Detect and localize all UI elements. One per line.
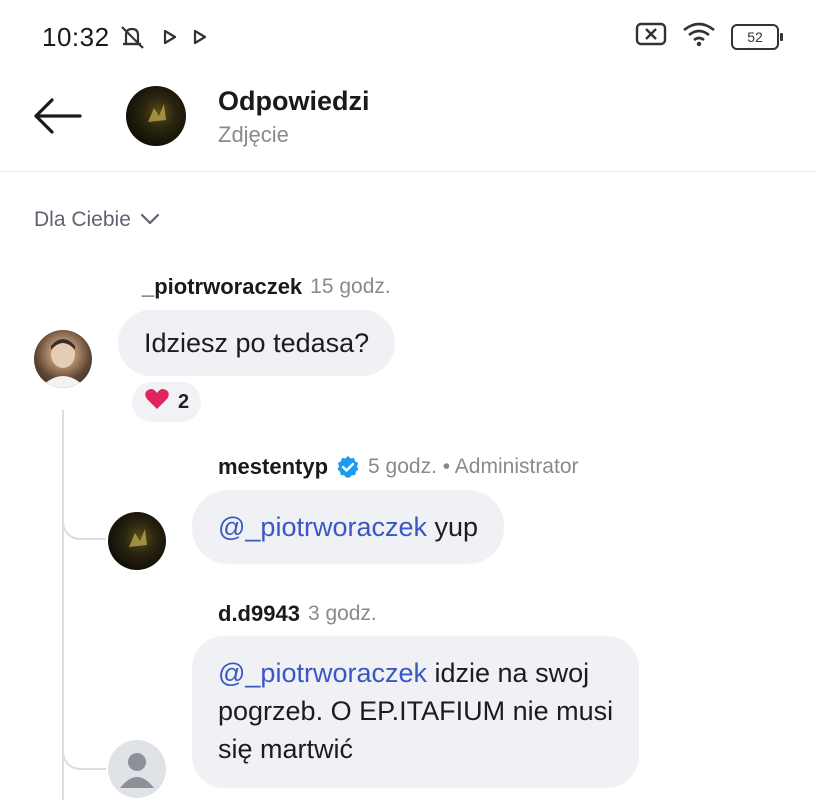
comment-header: _piotrworaczek 15 godz. (142, 274, 391, 300)
status-time: 10:32 (42, 22, 110, 52)
battery-icon: 52 (731, 23, 783, 50)
comment-time: 15 godz. (310, 275, 391, 298)
mention-link[interactable]: @_piotrworaczek (218, 658, 427, 688)
header: Odpowiedzi Zdjęcie (0, 72, 817, 172)
comment-time: 5 godz. • Administrator (368, 455, 579, 478)
comment-text: Idziesz po tedasa? (144, 328, 370, 358)
header-avatar[interactable] (126, 86, 186, 146)
chevron-down-icon (139, 208, 161, 232)
thread-branch (62, 700, 106, 770)
comment-time: 3 godz. (307, 602, 377, 625)
sort-filter-dropdown[interactable]: Dla Ciebie (34, 208, 161, 232)
status-icons-left (118, 24, 208, 55)
back-arrow-icon[interactable] (32, 94, 84, 138)
comment-line: się martwić (218, 734, 354, 764)
status-bar: 10:32 52 (0, 0, 817, 70)
play-icon (162, 28, 178, 51)
comment-line: @_piotrworaczek idzie na swoj (218, 654, 613, 692)
comment-avatar[interactable] (34, 330, 92, 388)
comment-text: idzie na swoj (427, 658, 590, 688)
mute-icon (118, 24, 148, 55)
sort-filter-label: Dla Ciebie (34, 208, 131, 231)
wifi-icon (681, 20, 717, 53)
comment-username[interactable]: d.d9943 (218, 601, 300, 627)
comment-username[interactable]: mestentyp (218, 454, 328, 480)
comment-username[interactable]: _piotrworaczek (142, 274, 302, 300)
play-icon (192, 28, 208, 51)
comment-avatar[interactable] (108, 512, 166, 570)
comment-bubble[interactable]: @_piotrworaczek yup (192, 490, 505, 564)
reaction-badge[interactable]: 2 (132, 382, 202, 422)
page-title: Odpowiedzi (218, 86, 370, 116)
comment-avatar[interactable] (108, 740, 166, 798)
comment-header: d.d9943 3 godz. (218, 601, 377, 627)
comment-bubble[interactable]: @_piotrworaczek idzie na swoj pogrzeb. O… (192, 636, 640, 788)
mention-link[interactable]: @_piotrworaczek (218, 512, 427, 542)
comment-text: yup (427, 512, 479, 542)
comment-line: pogrzeb. O EP.ITAFIUM nie musi (218, 696, 614, 726)
status-icons-right: 52 (635, 20, 783, 53)
comment-header: mestentyp 5 godz. • Administrator (218, 454, 579, 480)
page-subtitle: Zdjęcie (218, 122, 289, 147)
comment-bubble[interactable]: Idziesz po tedasa? (118, 310, 396, 376)
thread-branch (62, 480, 106, 540)
heart-icon (144, 387, 170, 417)
verified-badge-icon (336, 455, 360, 479)
reaction-count: 2 (178, 390, 190, 413)
sim-off-icon (635, 21, 667, 52)
